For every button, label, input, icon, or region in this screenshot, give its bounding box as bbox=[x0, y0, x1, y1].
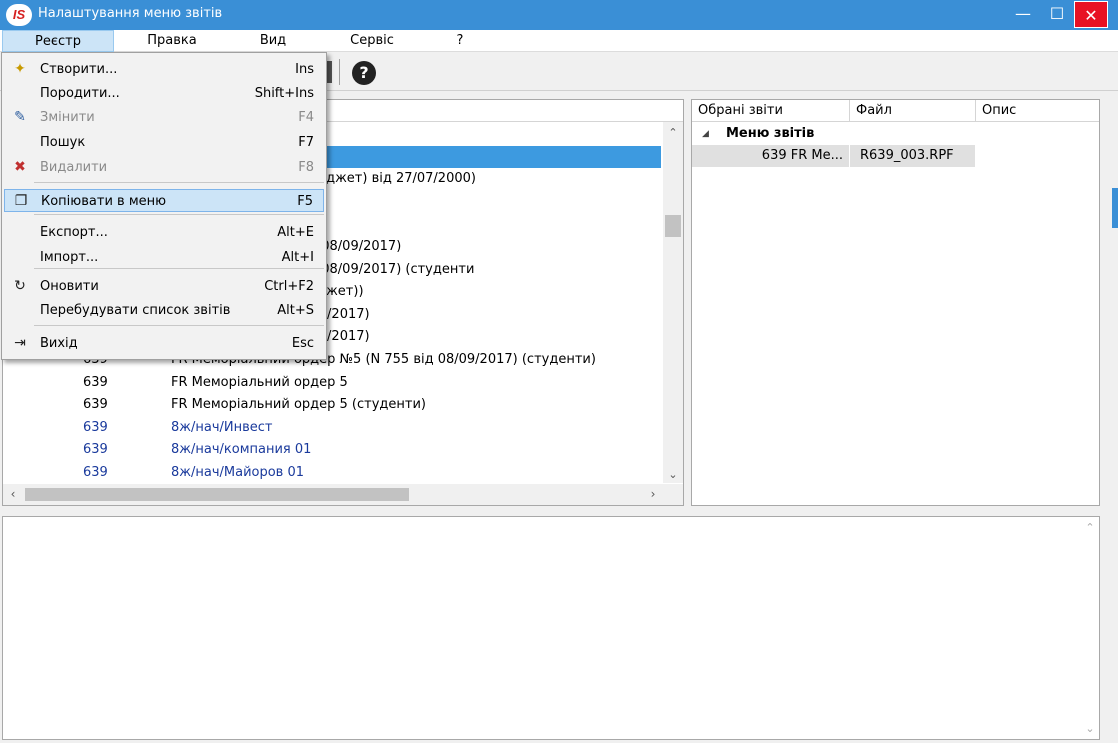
help-icon[interactable]: ? bbox=[352, 61, 376, 85]
tree-group-label: Меню звітів bbox=[726, 126, 815, 141]
description-panel[interactable]: ⌃ ⌄ bbox=[2, 516, 1100, 740]
copy-icon: ❐ bbox=[14, 193, 28, 209]
menu-item-shortcut: Alt+E bbox=[277, 225, 314, 240]
menu-item-shortcut: F7 bbox=[298, 135, 314, 150]
selected-report-row[interactable]: 639 FR Ме... R639_003.RPF bbox=[692, 145, 1099, 167]
report-code: 639 bbox=[83, 397, 108, 413]
report-name: 8ж/нач/Инвест bbox=[171, 419, 273, 435]
menu-item-shortcut: Ins bbox=[295, 62, 314, 77]
menu-item-label: Перебудувати список звітів bbox=[40, 303, 231, 318]
window-title: Налаштування меню звітів bbox=[38, 6, 223, 21]
title-bar: IS Налаштування меню звітів — ☐ ✕ bbox=[0, 0, 1118, 30]
menu-item-shortcut: Alt+I bbox=[281, 250, 314, 265]
scroll-up-icon[interactable]: ⌃ bbox=[1081, 521, 1099, 534]
selected-report-description bbox=[976, 145, 1099, 167]
menu-item[interactable]: Перебудувати список звітів Alt+S bbox=[4, 299, 324, 322]
menu-item-shortcut: F5 bbox=[297, 194, 313, 209]
menu-separator bbox=[34, 268, 324, 269]
menu-item-label: Пошук bbox=[40, 135, 86, 150]
scroll-up-icon[interactable]: ⌃ bbox=[663, 126, 683, 139]
report-list-hscroll[interactable]: ‹ › bbox=[3, 484, 683, 505]
menu-item-label: Експорт... bbox=[40, 225, 108, 240]
column-file[interactable]: Файл bbox=[850, 100, 976, 122]
create-icon: ✦ bbox=[14, 61, 26, 77]
maximize-button[interactable]: ☐ bbox=[1040, 0, 1074, 30]
collapse-triangle-icon[interactable]: ◢ bbox=[702, 124, 709, 144]
menu-item-label: Змінити bbox=[40, 110, 95, 125]
menu-item-shortcut: Ctrl+F2 bbox=[264, 279, 314, 294]
menu-item-label: Копіювати в меню bbox=[41, 194, 167, 209]
registry-dropdown-menu: ✦ Створити... Ins Породити... Shift+Ins ✎ Змін… bbox=[1, 52, 327, 360]
table-row[interactable]: 639 8ж/нач/Инвест bbox=[3, 417, 661, 439]
exit-icon: ⇥ bbox=[14, 335, 26, 351]
selected-reports-panel: Обрані звіти Файл Опис ◢ Меню звітів 639… bbox=[691, 99, 1100, 506]
menu-item-label: Імпорт... bbox=[40, 250, 99, 265]
minimize-button[interactable]: — bbox=[1006, 0, 1040, 30]
menu-help[interactable]: ? bbox=[440, 30, 480, 52]
scroll-down-icon[interactable]: ⌄ bbox=[1081, 722, 1099, 735]
edit-icon: ✎ bbox=[14, 109, 26, 125]
table-row[interactable]: 639 FR Меморіальний ордер 5 bbox=[3, 372, 661, 394]
delete-icon: ✖ bbox=[14, 159, 26, 175]
selected-report-file: R639_003.RPF bbox=[850, 145, 975, 167]
report-code: 639 bbox=[83, 419, 108, 435]
scroll-thumb[interactable] bbox=[665, 215, 681, 237]
toolbar-separator bbox=[339, 59, 340, 85]
scroll-right-icon[interactable]: › bbox=[643, 484, 663, 505]
menu-item[interactable]: ✦ Створити... Ins bbox=[4, 58, 324, 81]
menu-item-label: Видалити bbox=[40, 160, 108, 175]
hscroll-thumb[interactable] bbox=[25, 488, 409, 501]
menu-edit[interactable]: Правка bbox=[128, 30, 216, 52]
report-name: FR Меморіальний ордер 5 (студенти) bbox=[171, 397, 426, 413]
menu-item-label: Оновити bbox=[40, 279, 99, 294]
menu-item-label: Створити... bbox=[40, 62, 118, 77]
report-code: 639 bbox=[83, 442, 108, 458]
menu-item[interactable]: ❐ Копіювати в меню F5 bbox=[4, 189, 324, 212]
menu-item[interactable]: Пошук F7 bbox=[4, 131, 324, 154]
report-name: FR Меморіальний ордер 5 bbox=[171, 374, 348, 390]
menu-separator bbox=[34, 325, 324, 326]
selected-reports-header: Обрані звіти Файл Опис bbox=[692, 100, 1099, 122]
report-name: 8ж/нач/компания 01 bbox=[171, 442, 312, 458]
scroll-left-icon[interactable]: ‹ bbox=[3, 484, 23, 505]
selected-report-name: 639 FR Ме... bbox=[692, 145, 849, 167]
report-name: 8ж/нач/Майоров 01 bbox=[171, 465, 305, 480]
menu-item-shortcut: Shift+Ins bbox=[254, 86, 314, 101]
menu-item[interactable]: Експорт... Alt+E bbox=[4, 221, 324, 244]
column-selected-reports[interactable]: Обрані звіти bbox=[692, 100, 850, 122]
menu-item-label: Вихід bbox=[40, 336, 78, 351]
menu-service[interactable]: Сервіс bbox=[330, 30, 414, 52]
menu-registry[interactable]: Реєстр bbox=[2, 30, 114, 52]
menu-item-shortcut: Alt+S bbox=[277, 303, 314, 318]
menu-separator bbox=[34, 214, 324, 215]
tree-group-reports-menu[interactable]: ◢ Меню звітів bbox=[692, 124, 1099, 144]
app-logo-icon: IS bbox=[6, 4, 32, 26]
menu-item-shortcut: F4 bbox=[298, 110, 314, 125]
table-row[interactable]: 639 8ж/нач/компания 01 bbox=[3, 439, 661, 461]
table-row[interactable]: 639 FR Меморіальний ордер 5 (студенти) bbox=[3, 394, 661, 416]
menu-item: ✖ Видалити F8 bbox=[4, 156, 324, 179]
menu-item[interactable]: ⇥ Вихід Esc bbox=[4, 332, 324, 355]
column-description[interactable]: Опис bbox=[976, 100, 1099, 122]
table-row[interactable]: 639 8ж/нач/Майоров 01 bbox=[3, 462, 661, 484]
menu-item[interactable]: Імпорт... Alt+I bbox=[4, 246, 324, 269]
menu-bar: Реєстр Правка Вид Сервіс ? bbox=[0, 30, 1118, 52]
menu-item[interactable]: ↻ Оновити Ctrl+F2 bbox=[4, 275, 324, 298]
close-button[interactable]: ✕ bbox=[1074, 1, 1108, 28]
menu-separator bbox=[34, 182, 324, 183]
report-list-vscroll[interactable]: ⌃ ⌄ bbox=[663, 122, 683, 483]
menu-view[interactable]: Вид bbox=[240, 30, 306, 52]
report-code: 639 bbox=[83, 465, 108, 480]
menu-item[interactable]: Породити... Shift+Ins bbox=[4, 82, 324, 105]
edge-marker bbox=[1112, 188, 1118, 228]
refresh-icon: ↻ bbox=[14, 278, 26, 294]
menu-item-shortcut: Esc bbox=[291, 336, 314, 351]
menu-item: ✎ Змінити F4 bbox=[4, 106, 324, 129]
menu-item-shortcut: F8 bbox=[298, 160, 314, 175]
menu-item-label: Породити... bbox=[40, 86, 120, 101]
scroll-down-icon[interactable]: ⌄ bbox=[663, 468, 683, 481]
report-code: 639 bbox=[83, 374, 108, 390]
description-vscroll[interactable]: ⌃ ⌄ bbox=[1081, 517, 1099, 739]
